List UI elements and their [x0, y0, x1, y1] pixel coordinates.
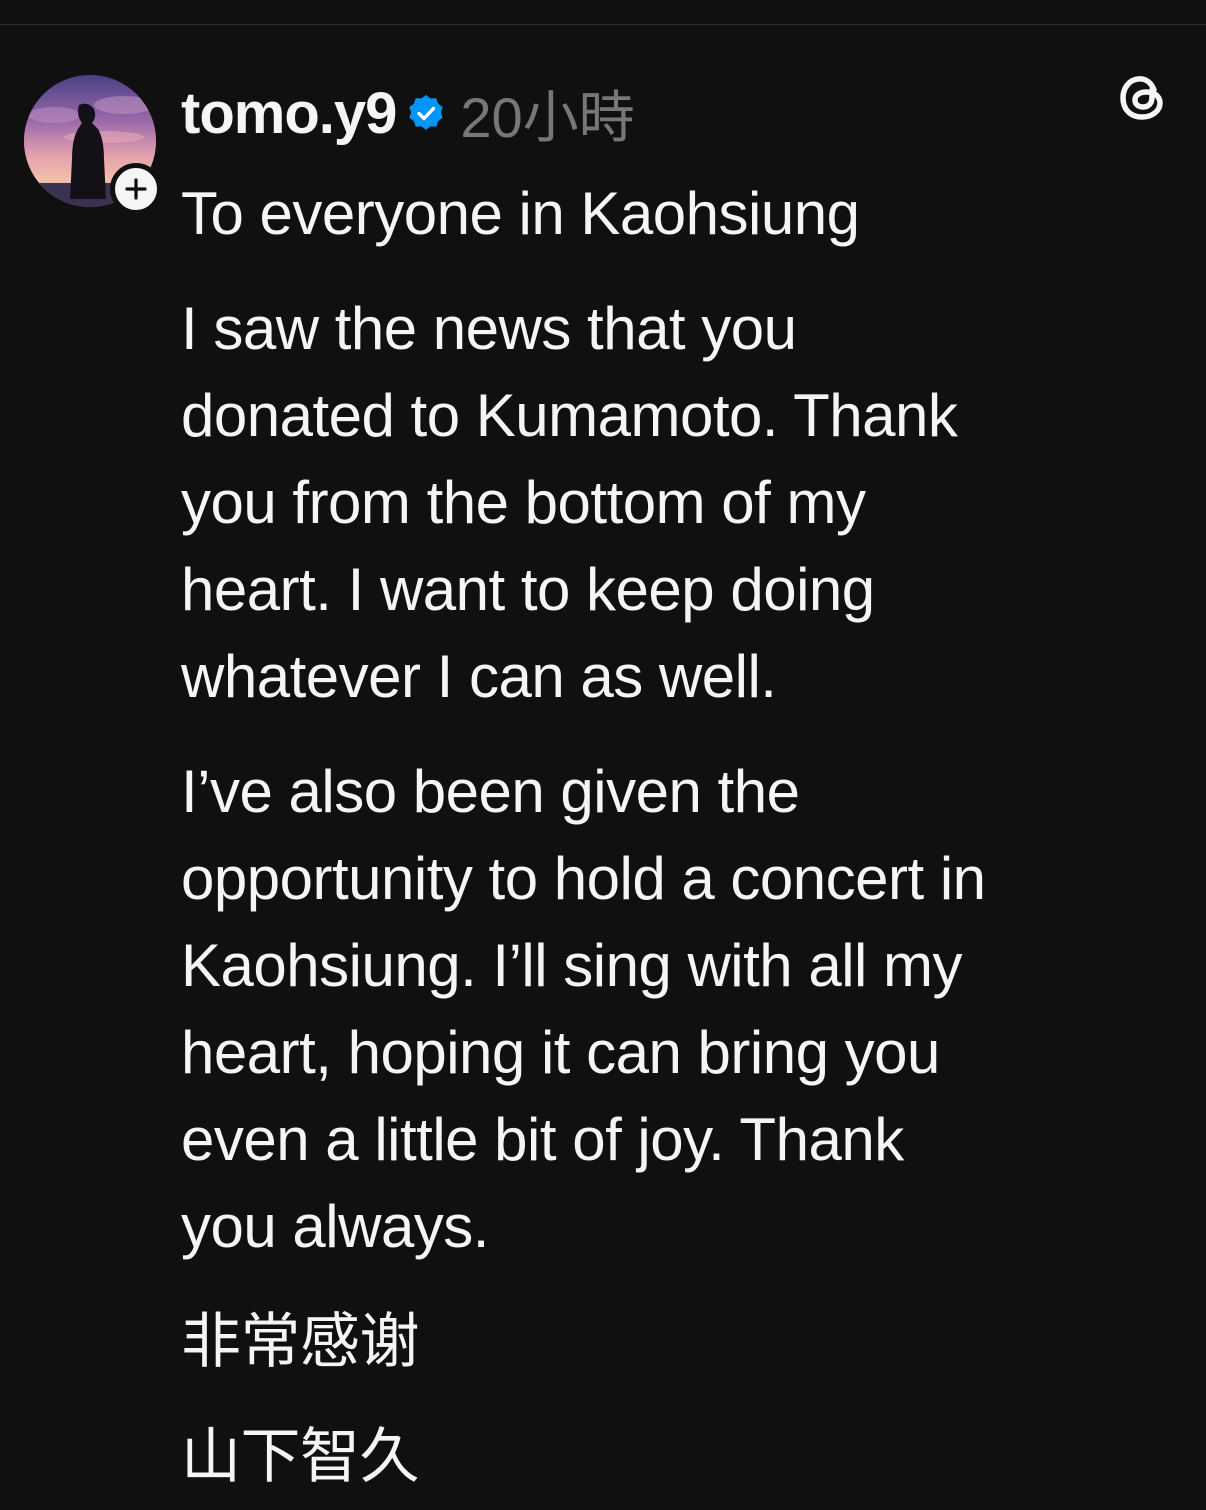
post-text-line: you from the bottom of my: [181, 469, 866, 536]
post-text-line: To everyone in Kaohsiung: [181, 180, 860, 247]
post-paragraph: 山下智久: [181, 1413, 1181, 1500]
verified-badge-icon: [409, 95, 444, 130]
post-text-line: heart, hoping it can bring you: [181, 1019, 940, 1086]
post-text-line: 山下智久: [181, 1423, 420, 1490]
username-link[interactable]: tomo.y9: [181, 80, 397, 147]
post-text-line: 非常感谢: [181, 1308, 420, 1375]
post-paragraph: To everyone in Kaohsiung: [181, 170, 1181, 257]
post-text-line: opportunity to hold a concert in: [181, 845, 986, 912]
post-body: To everyone in Kaohsiung I saw the news t…: [181, 170, 1181, 1500]
post-text-line: donated to Kumamoto. Thank: [181, 382, 958, 449]
post-text-line: heart. I want to keep doing: [181, 556, 875, 623]
post-header: tomo.y9 20小時: [181, 77, 635, 149]
post-text-line: I’ve also been given the: [181, 758, 800, 825]
avatar-container[interactable]: [24, 75, 162, 215]
post-paragraph: 非常感谢: [181, 1298, 1181, 1385]
post-paragraph: I saw the news that you donated to Kumamo…: [181, 285, 1181, 720]
post-text-line: even a little bit of joy. Thank: [181, 1106, 904, 1173]
threads-logo-icon[interactable]: [1116, 70, 1170, 124]
post-paragraph: I’ve also been given the opportunity to h…: [181, 748, 1181, 1270]
top-divider: [0, 0, 1206, 25]
post-timestamp: 20小時: [460, 85, 635, 149]
post-text-line: I saw the news that you: [181, 295, 797, 362]
plus-icon: [125, 178, 147, 200]
follow-button[interactable]: [110, 163, 162, 215]
threads-post: tomo.y9 20小時 To everyone in Kaohsiung I s…: [0, 25, 1206, 1510]
post-text-line: you always.: [181, 1193, 489, 1260]
post-text-line: whatever I can as well.: [181, 643, 777, 710]
post-text-line: Kaohsiung. I’ll sing with all my: [181, 932, 963, 999]
